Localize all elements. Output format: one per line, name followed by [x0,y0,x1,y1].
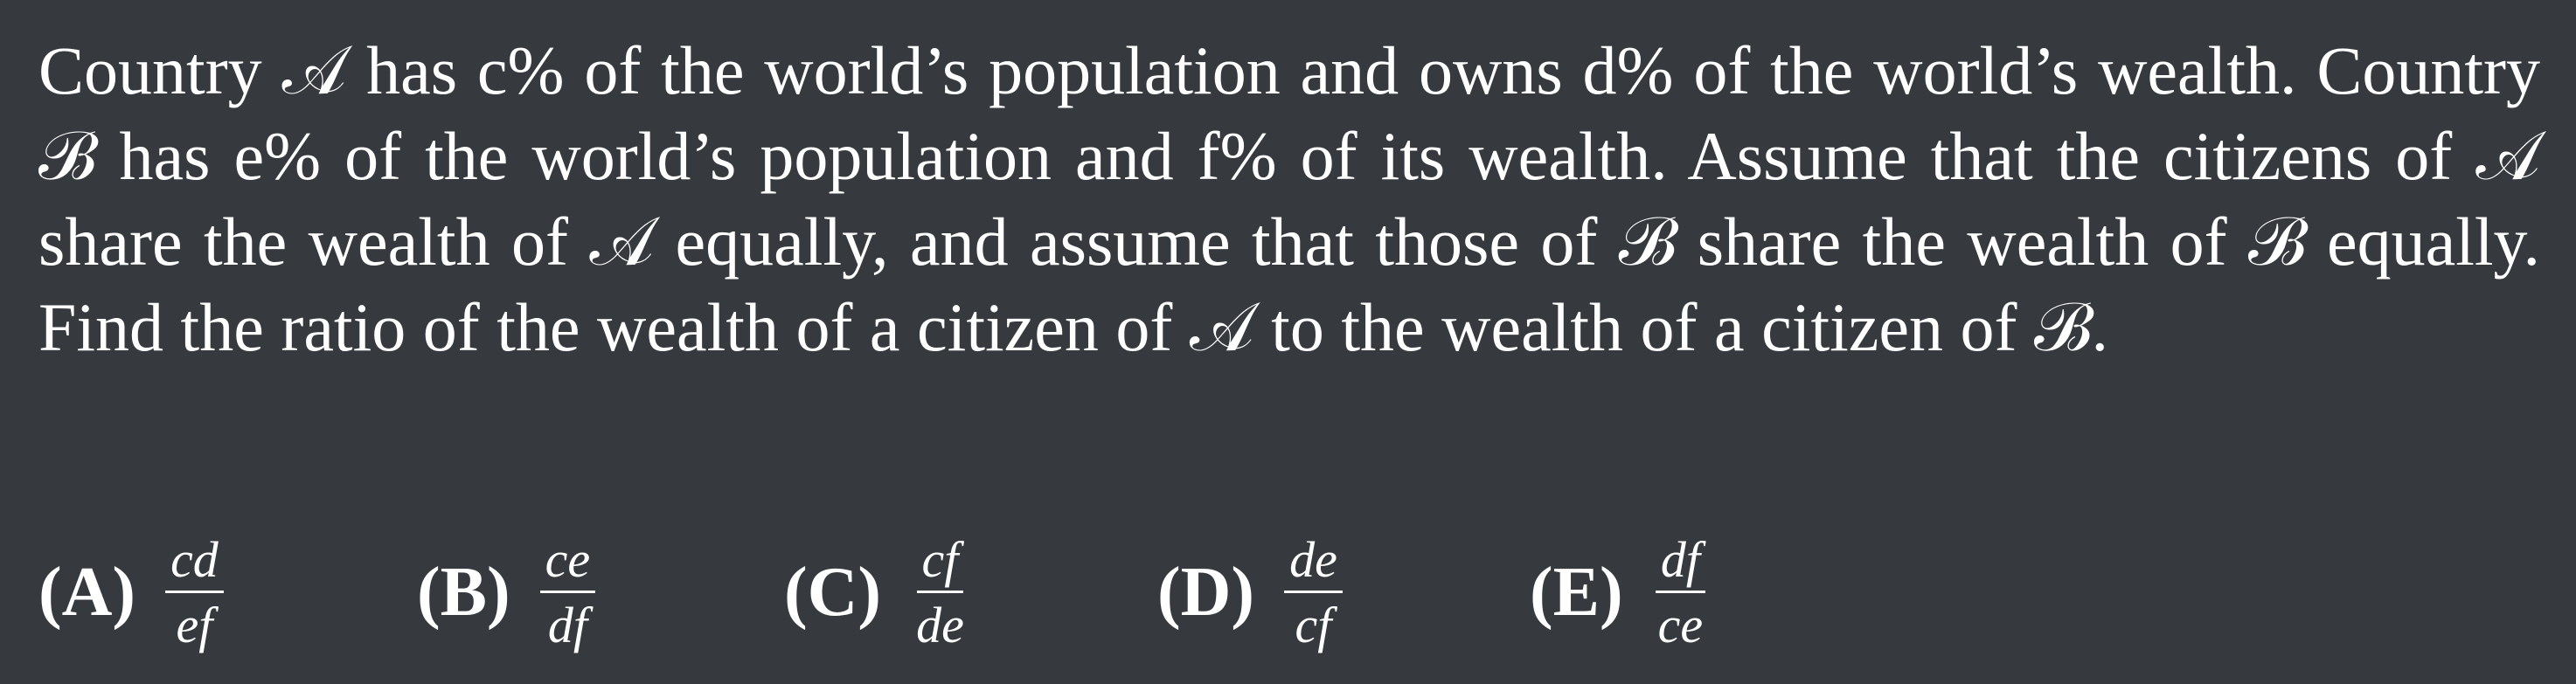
choice-label: (B) [417,554,510,631]
choice-a[interactable]: (A) cd ef [38,531,224,653]
choice-fraction: ce df [539,534,596,653]
fraction-numerator: cf [916,534,964,593]
choice-fraction: df ce [1653,534,1709,653]
fraction-denominator: de [916,596,964,653]
choice-label: (D) [1157,554,1255,631]
choice-b[interactable]: (B) ce df [417,531,596,653]
fraction-numerator: cd [165,534,224,593]
fraction-denominator: cf [1295,596,1332,653]
choice-c[interactable]: (C) cf de [784,531,969,653]
fraction-denominator: df [547,596,587,653]
choice-label: (A) [38,554,136,631]
choice-d[interactable]: (D) de cf [1157,531,1343,653]
choice-fraction: de cf [1284,534,1343,653]
fraction-numerator: ce [539,534,596,593]
fraction-denominator: ef [176,596,213,653]
choice-e[interactable]: (E) df ce [1530,531,1708,653]
choice-label: (E) [1530,554,1623,631]
choice-fraction: cf de [911,534,969,653]
fraction-numerator: df [1655,534,1705,593]
fraction-numerator: de [1284,534,1343,593]
fraction-denominator: ce [1657,596,1704,653]
choice-label: (C) [784,554,882,631]
choice-fraction: cd ef [165,534,224,653]
problem-statement: Country 𝒜 has c% of the world’s populati… [38,32,2540,365]
